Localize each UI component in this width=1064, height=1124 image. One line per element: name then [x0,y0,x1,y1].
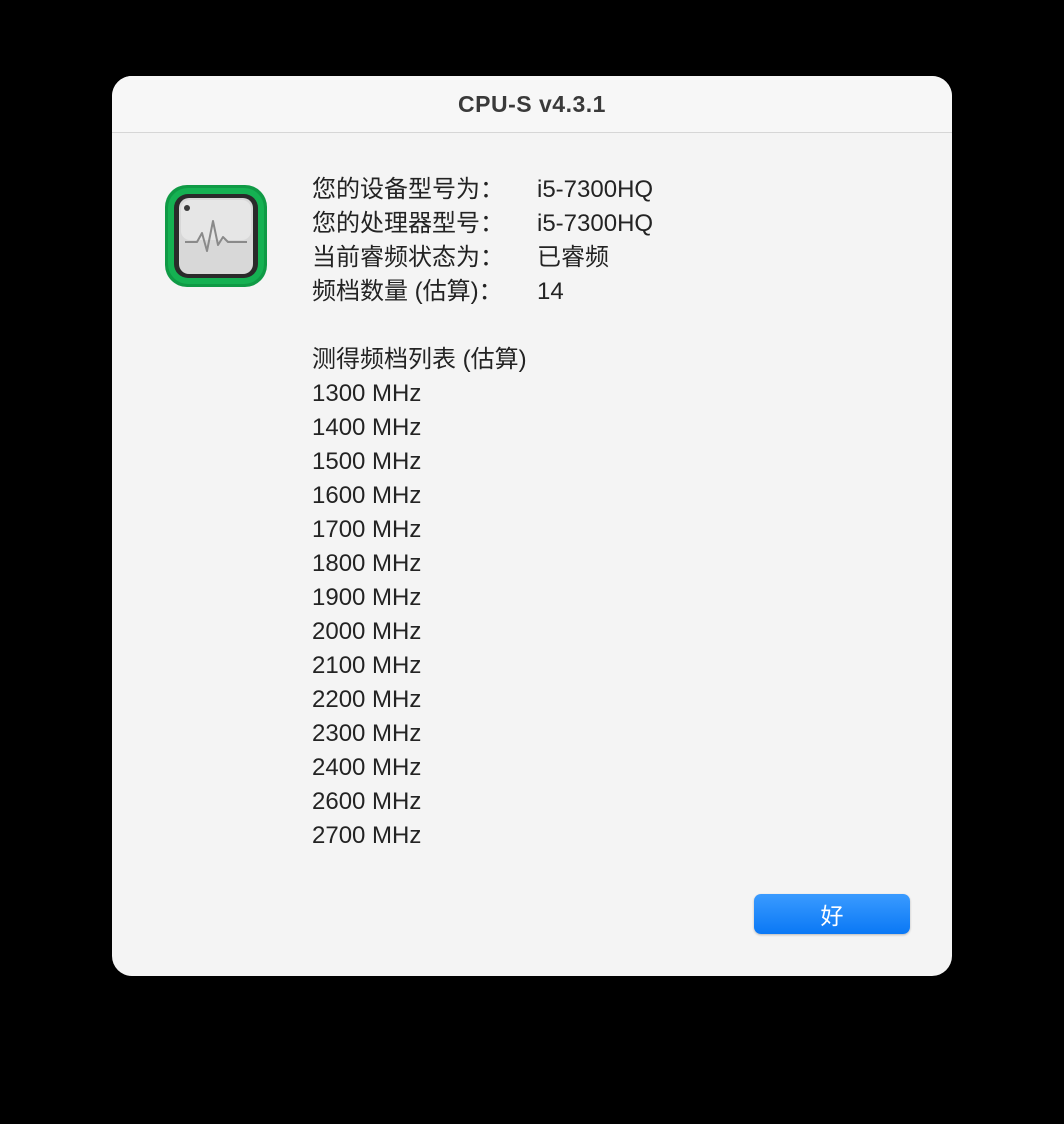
frequency-item: 1300 MHz [312,380,422,407]
device-info: 您的设备型号为： i5-7300HQ 您的处理器型号： i5-7300HQ 当前… [312,173,653,309]
info-value: i5-7300HQ [537,210,654,237]
frequency-item: 2300 MHz [312,720,422,747]
window-title: CPU-S v4.3.1 [458,90,606,117]
frequency-item: 1800 MHz [312,550,422,577]
frequency-item: 2400 MHz [312,754,422,781]
frequency-item: 1400 MHz [312,414,422,441]
title-bar[interactable]: CPU-S v4.3.1 [112,76,952,133]
info-label: 频档数量 (估算)： [312,278,503,305]
frequency-item: 1900 MHz [312,584,422,611]
ok-button[interactable]: 好 [754,894,910,934]
frequency-item: 1500 MHz [312,448,422,475]
frequency-list: 测得频档列表 (估算) 1300 MHz 1400 MHz 1500 MHz 1… [312,343,527,853]
info-value: 已睿频 [537,244,609,271]
activity-monitor-icon [165,185,267,287]
info-value: 14 [537,278,564,305]
dialog-window: CPU-S v4.3.1 您的设备型号为： i5-7300HQ 您的处理器型号：… [112,76,952,976]
frequency-item: 2200 MHz [312,686,422,713]
frequency-item: 1700 MHz [312,516,422,543]
info-row-turbo-status: 当前睿频状态为： 已睿频 [312,241,653,275]
info-value: i5-7300HQ [537,176,654,203]
frequency-item: 2600 MHz [312,788,422,815]
info-row-device-model: 您的设备型号为： i5-7300HQ [312,173,653,207]
info-label: 当前睿频状态为： [312,244,504,271]
info-row-frequency-count: 频档数量 (估算)： 14 [312,275,653,309]
info-row-processor-model: 您的处理器型号： i5-7300HQ [312,207,653,241]
frequency-item: 1600 MHz [312,482,422,509]
info-label: 您的处理器型号： [312,210,504,237]
info-label: 您的设备型号为： [312,176,504,203]
frequency-item: 2000 MHz [312,618,422,645]
frequency-item: 2100 MHz [312,652,422,679]
frequency-list-heading: 测得频档列表 (估算) [312,346,527,373]
frequency-item: 2700 MHz [312,822,422,849]
